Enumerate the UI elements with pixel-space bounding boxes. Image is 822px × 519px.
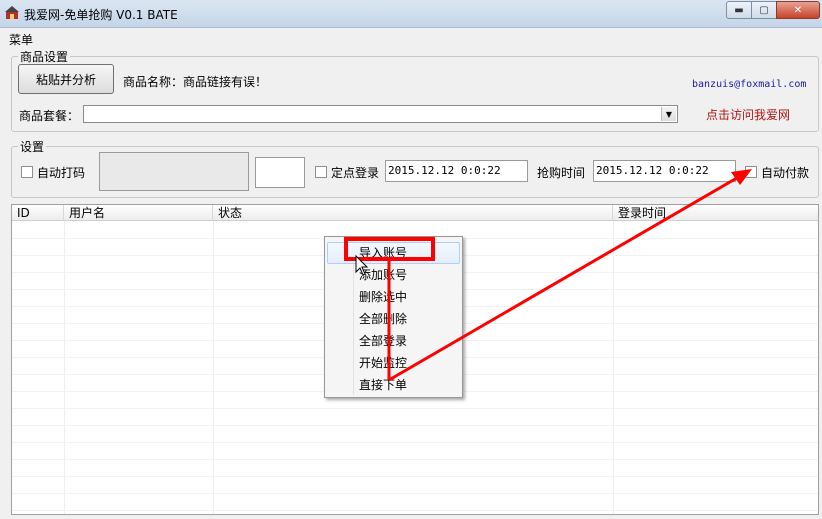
grid-line bbox=[64, 221, 65, 514]
scheduled-login-time-input[interactable]: 2015.12.12 0:0:22 bbox=[385, 160, 528, 182]
visit-site-link[interactable]: 点击访问我爱网 bbox=[706, 106, 790, 123]
contact-email: banzuis@foxmail.com bbox=[692, 79, 807, 90]
product-name-label: 商品名称： bbox=[123, 75, 184, 89]
maximize-button[interactable]: ▢ bbox=[751, 1, 777, 19]
purchase-time-label: 抢购时间 bbox=[537, 166, 586, 180]
column-header-login-time[interactable]: 登录时间 bbox=[613, 205, 818, 221]
column-header-id[interactable]: ID bbox=[12, 205, 64, 221]
app-icon bbox=[5, 6, 19, 19]
paste-analyze-button[interactable]: 粘贴并分析 bbox=[18, 64, 114, 94]
grid-row-line bbox=[12, 442, 818, 443]
purchase-time-input[interactable]: 2015.12.12 0:0:22 bbox=[593, 160, 736, 182]
menu-item-login-all[interactable]: 全部登录 bbox=[327, 330, 460, 352]
menu-main[interactable]: 菜单 bbox=[9, 31, 33, 48]
chevron-down-icon[interactable]: ▼ bbox=[661, 107, 676, 121]
title-bar: 我爱网-免单抢购 V0.1 BATE ▬ ▢ ✕ bbox=[0, 0, 822, 28]
maximize-icon: ▢ bbox=[759, 4, 769, 16]
auto-captcha-label: 自动打码 bbox=[37, 166, 86, 180]
window-title: 我爱网-免单抢购 V0.1 BATE bbox=[24, 8, 178, 22]
grid-row-line bbox=[12, 510, 818, 511]
grid-row-line bbox=[12, 493, 818, 494]
column-header-status[interactable]: 状态 bbox=[213, 205, 613, 221]
package-label: 商品套餐： bbox=[19, 109, 80, 123]
menu-item-place-order[interactable]: 直接下单 bbox=[327, 374, 460, 396]
auto-pay-label: 自动付款 bbox=[761, 166, 810, 180]
grid-row-line bbox=[12, 408, 818, 409]
menu-item-add-account[interactable]: 添加账号 bbox=[327, 264, 460, 286]
grid-line bbox=[213, 221, 214, 514]
minimize-icon: ▬ bbox=[734, 4, 744, 16]
list-header: ID 用户名 状态 登录时间 bbox=[12, 205, 818, 221]
menu-item-import-accounts[interactable]: 导入账号 bbox=[327, 242, 460, 264]
scheduled-login-label: 定点登录 bbox=[331, 166, 380, 180]
product-settings-legend: 商品设置 bbox=[20, 50, 69, 64]
grid-line bbox=[613, 221, 614, 514]
menu-item-delete-all[interactable]: 全部删除 bbox=[327, 308, 460, 330]
grid-row-line bbox=[12, 425, 818, 426]
product-name-value: 商品链接有误！ bbox=[183, 75, 268, 89]
menu-item-start-monitor[interactable]: 开始监控 bbox=[327, 352, 460, 374]
menu-item-delete-selected[interactable]: 删除选中 bbox=[327, 286, 460, 308]
captcha-input[interactable] bbox=[255, 157, 305, 188]
minimize-button[interactable]: ▬ bbox=[726, 1, 752, 19]
grid-row-line bbox=[12, 476, 818, 477]
auto-pay-checkbox[interactable] bbox=[745, 166, 757, 178]
column-header-username[interactable]: 用户名 bbox=[64, 205, 213, 221]
package-select[interactable]: ▼ bbox=[83, 105, 678, 123]
menu-bar: 菜单 bbox=[0, 29, 822, 48]
grid-row-line bbox=[12, 459, 818, 460]
auto-captcha-checkbox[interactable] bbox=[21, 166, 33, 178]
context-menu: 导入账号 添加账号 删除选中 全部删除 全部登录 开始监控 直接下单 bbox=[324, 236, 463, 398]
captcha-image bbox=[99, 152, 249, 191]
close-icon: ✕ bbox=[793, 4, 803, 16]
close-button[interactable]: ✕ bbox=[776, 1, 820, 19]
scheduled-login-checkbox[interactable] bbox=[315, 166, 327, 178]
settings-legend: 设置 bbox=[20, 140, 45, 154]
